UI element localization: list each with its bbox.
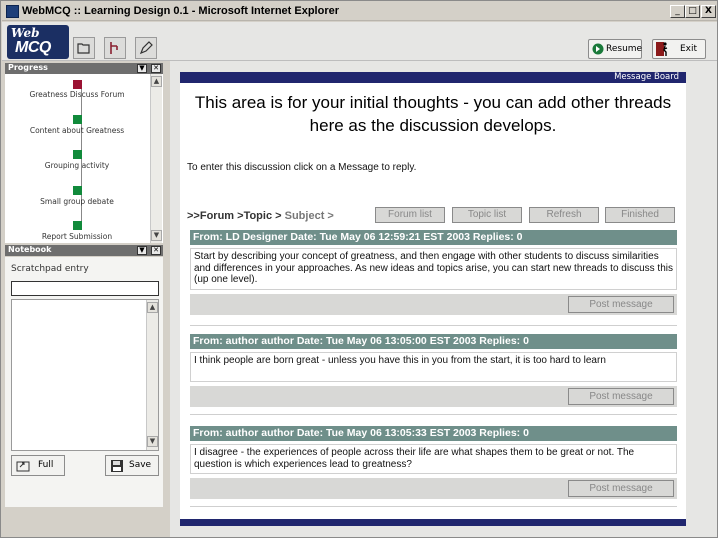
instruction-text: To enter this discussion click on a Mess… <box>187 162 417 173</box>
message-body[interactable]: I think people are born great - unless y… <box>190 352 677 382</box>
activity-label[interactable]: Small group debate <box>7 197 147 206</box>
activity-label[interactable]: Report Submission <box>7 232 147 241</box>
folder-icon <box>77 43 90 54</box>
close-button[interactable]: X <box>701 5 716 18</box>
exit-button[interactable]: Exit <box>652 39 706 59</box>
message-header: From: author author Date: Tue May 06 13:… <box>190 334 677 349</box>
message-board-footer <box>180 519 686 526</box>
scroll-down-arrow-icon[interactable]: ▼ <box>151 230 162 241</box>
breadcrumb-topic[interactable]: >Topic > <box>237 210 281 222</box>
message-header: From: author author Date: Tue May 06 13:… <box>190 426 677 441</box>
activity-label[interactable]: Content about Greatness <box>7 126 147 135</box>
progress-collapse-button[interactable]: ▼ <box>137 64 147 73</box>
activity-node[interactable] <box>73 186 82 195</box>
activity-node[interactable] <box>73 115 82 124</box>
notebook-panel-header: Notebook ▼ ✕ <box>5 245 163 256</box>
notebook-scrollbar[interactable]: ▲ ▼ <box>146 300 158 450</box>
notebook-title: Notebook <box>8 245 52 254</box>
message-footer: Post message <box>190 478 677 499</box>
intro-text: This area is for your initial thoughts -… <box>194 93 672 135</box>
floppy-disk-icon <box>111 460 123 472</box>
post-message-button[interactable]: Post message <box>568 296 674 313</box>
message-divider <box>190 414 677 415</box>
message-footer: Post message <box>190 294 677 315</box>
notebook-collapse-button[interactable]: ▼ <box>137 246 147 255</box>
save-button[interactable]: Save <box>105 455 159 476</box>
activity-label[interactable]: Grouping activity <box>7 161 147 170</box>
message-header: From: LD Designer Date: Tue May 06 12:59… <box>190 230 677 245</box>
topic-list-button[interactable]: Topic list <box>452 207 522 223</box>
activity-label[interactable]: Greatness Discuss Forum <box>7 90 147 99</box>
message-divider <box>190 506 677 507</box>
message-body[interactable]: I disagree - the experiences of people a… <box>190 444 677 474</box>
full-label: Full <box>38 460 54 470</box>
scroll-up-arrow-icon[interactable]: ▲ <box>151 76 162 87</box>
scroll-down-arrow-icon[interactable]: ▼ <box>147 436 158 447</box>
minimize-button[interactable]: _ <box>670 5 685 18</box>
pointer-icon <box>110 42 118 54</box>
progress-title: Progress <box>8 63 48 72</box>
logo-line-1: Web <box>11 26 40 40</box>
expand-icon <box>16 461 30 472</box>
breadcrumb-subject: Subject > <box>284 210 334 222</box>
exit-label: Exit <box>680 44 698 54</box>
resume-icon <box>592 43 604 55</box>
folder-button[interactable] <box>73 37 95 59</box>
activity-node[interactable] <box>73 221 82 230</box>
message-card[interactable]: From: LD Designer Date: Tue May 06 12:59… <box>190 230 677 326</box>
scratchpad-title-input[interactable] <box>11 281 159 296</box>
breadcrumb: >>Forum >Topic > Subject > <box>187 210 334 222</box>
app-toolbar: Web MCQ Resume Exit <box>2 22 717 61</box>
scratchpad-textarea[interactable]: ▲ ▼ <box>11 299 159 451</box>
message-body[interactable]: Start by describing your concept of grea… <box>190 248 677 290</box>
pencil-button[interactable] <box>135 37 157 59</box>
progress-close-button[interactable]: ✕ <box>151 64 161 73</box>
forum-list-button[interactable]: Forum list <box>375 207 445 223</box>
message-card[interactable]: From: author author Date: Tue May 06 13:… <box>190 426 677 516</box>
webmcq-logo: Web MCQ <box>7 25 69 59</box>
message-board-title: Message Board <box>614 72 679 82</box>
browser-window: WebMCQ :: Learning Design 0.1 - Microsof… <box>0 0 718 538</box>
breadcrumb-forum[interactable]: >>Forum <box>187 210 234 222</box>
scratchpad-label: Scratchpad entry <box>11 264 89 274</box>
finished-button[interactable]: Finished <box>605 207 675 223</box>
resume-label: Resume <box>606 44 643 54</box>
post-message-button[interactable]: Post message <box>568 388 674 405</box>
activity-node[interactable] <box>73 150 82 159</box>
progress-panel-header: Progress ▼ ✕ <box>5 63 163 74</box>
progress-scrollbar[interactable]: ▲ ▼ <box>150 74 162 243</box>
progress-panel: Greatness Discuss Forum Content about Gr… <box>5 74 163 243</box>
activity-node-current[interactable] <box>73 80 82 89</box>
title-bar: WebMCQ :: Learning Design 0.1 - Microsof… <box>2 2 717 21</box>
notebook-close-button[interactable]: ✕ <box>151 246 161 255</box>
scroll-up-arrow-icon[interactable]: ▲ <box>147 302 158 313</box>
message-board-header: Message Board <box>180 72 686 83</box>
post-message-button[interactable]: Post message <box>568 480 674 497</box>
pencil-icon <box>139 41 153 55</box>
logo-line-2: MCQ <box>15 39 51 56</box>
resume-button[interactable]: Resume <box>588 39 642 59</box>
maximize-button[interactable]: □ <box>685 5 700 18</box>
message-board: Message Board This area is for your init… <box>180 72 686 526</box>
refresh-button[interactable]: Refresh <box>529 207 599 223</box>
pointer-button[interactable] <box>104 37 126 59</box>
message-divider <box>190 325 677 326</box>
message-footer: Post message <box>190 386 677 407</box>
app-icon <box>6 5 19 18</box>
exit-door-icon <box>656 42 668 56</box>
full-button[interactable]: Full <box>11 455 65 476</box>
save-label: Save <box>129 460 152 470</box>
notebook-panel: Scratchpad entry ▲ ▼ Full Save <box>5 257 163 507</box>
message-card[interactable]: From: author author Date: Tue May 06 13:… <box>190 334 677 424</box>
window-title: WebMCQ :: Learning Design 0.1 - Microsof… <box>22 5 340 17</box>
